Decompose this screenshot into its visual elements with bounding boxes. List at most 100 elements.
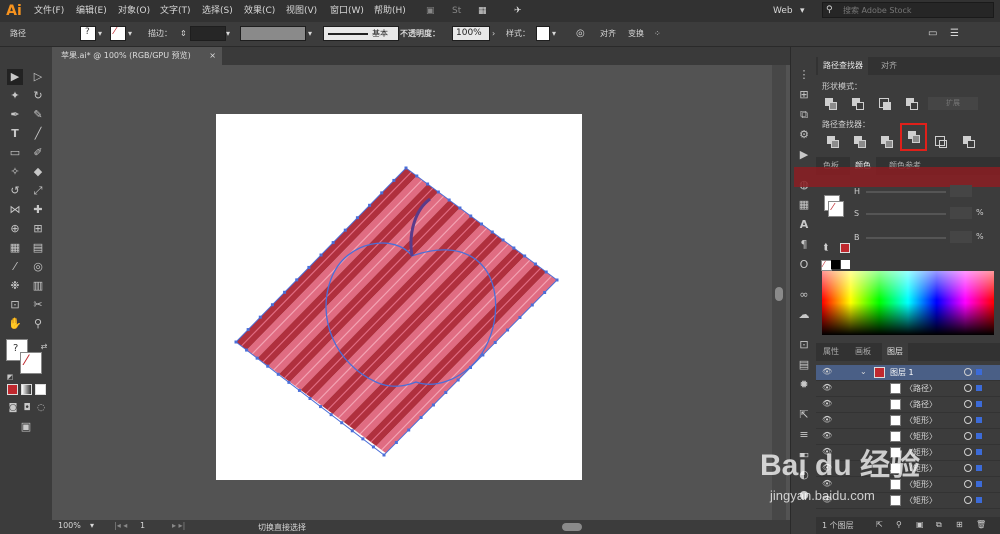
puppet-warp-tool-icon[interactable]: ✚: [30, 202, 46, 218]
anchor-point[interactable]: [481, 353, 485, 357]
object-name[interactable]: 〈路径〉: [905, 383, 937, 394]
menu-file[interactable]: 文件(F): [34, 0, 64, 22]
tab-pathfinder[interactable]: 路径查找器: [818, 57, 868, 75]
merge-button[interactable]: [880, 135, 894, 149]
variable-width-profile[interactable]: [240, 26, 306, 41]
paragraph-panel-icon[interactable]: ¶: [796, 237, 812, 253]
export-panel-icon[interactable]: ⇱: [796, 407, 812, 423]
layer-selection-indicator[interactable]: [976, 369, 982, 375]
document-tab[interactable]: 苹果.ai* @ 100% (RGB/GPU 预览) ×: [52, 47, 222, 65]
new-sublayer-icon[interactable]: ⧉: [936, 520, 942, 530]
scroll-thumb[interactable]: [775, 287, 783, 301]
out-of-gamut-icon[interactable]: ⮬: [824, 243, 829, 253]
rectangle-tool-icon[interactable]: ▭: [7, 145, 23, 161]
fill-swatch[interactable]: ?: [80, 26, 96, 41]
object-selection-indicator[interactable]: [976, 401, 982, 407]
object-target-icon[interactable]: [964, 480, 972, 488]
saturation-input[interactable]: [950, 207, 972, 219]
intersect-button[interactable]: [878, 97, 892, 111]
anchor-point[interactable]: [436, 190, 440, 194]
selection-tool-icon[interactable]: ▶: [7, 69, 23, 85]
horizontal-scroll-thumb[interactable]: [562, 523, 582, 531]
stroke-color-box[interactable]: ⁄: [20, 352, 42, 374]
mesh-tool-icon[interactable]: ▦: [7, 240, 23, 256]
anchor-point[interactable]: [431, 403, 435, 407]
chevron-down-icon[interactable]: ▾: [800, 0, 805, 22]
rotate-tool-icon[interactable]: ↺: [7, 183, 23, 199]
sublayer-row[interactable]: 👁 〈矩形〉: [816, 413, 1000, 429]
opacity-input[interactable]: 100%: [452, 26, 490, 41]
anchor-point[interactable]: [458, 206, 462, 210]
saturation-slider[interactable]: [866, 213, 946, 215]
locate-object-icon[interactable]: ⚲: [896, 520, 902, 529]
tab-layers[interactable]: 图层: [882, 343, 908, 361]
anchor-point[interactable]: [392, 178, 396, 182]
stock-icon[interactable]: St: [452, 0, 461, 22]
next-artboard-icon[interactable]: ▸ ▸|: [172, 521, 185, 530]
menu-effect[interactable]: 效果(C): [244, 0, 275, 22]
anchor-point[interactable]: [329, 413, 333, 417]
anchor-point[interactable]: [469, 214, 473, 218]
artboard-number[interactable]: 1: [140, 521, 145, 530]
visibility-eye-icon[interactable]: 👁: [822, 431, 832, 440]
align-link[interactable]: 对齐: [600, 27, 616, 41]
sublayer-row[interactable]: 👁 〈路径〉: [816, 397, 1000, 413]
type-tool-icon[interactable]: T: [7, 126, 23, 142]
pen-tool-icon[interactable]: ✒: [7, 107, 23, 123]
anchor-point[interactable]: [523, 254, 527, 258]
black-swatch[interactable]: [831, 260, 840, 269]
line-tool-icon[interactable]: ╱: [30, 126, 46, 142]
gradient-mode-icon[interactable]: [21, 384, 32, 395]
anchor-point[interactable]: [506, 328, 510, 332]
curvature-tool-icon[interactable]: ✎: [30, 107, 46, 123]
anchor-point[interactable]: [382, 453, 386, 457]
anchor-point[interactable]: [258, 315, 262, 319]
color-spectrum[interactable]: [822, 271, 994, 335]
object-target-icon[interactable]: [964, 448, 972, 456]
anchor-point[interactable]: [340, 421, 344, 425]
libraries-panel-icon[interactable]: ⊞: [796, 87, 812, 103]
tab-properties[interactable]: 属性: [818, 343, 844, 361]
hand-tool-icon[interactable]: ✋: [7, 316, 23, 332]
bridge-icon[interactable]: ▣: [426, 0, 435, 22]
perspective-grid-tool-icon[interactable]: ⊞: [30, 221, 46, 237]
none-mode-icon[interactable]: [35, 384, 46, 395]
isolate-icon[interactable]: ⁘: [654, 27, 661, 41]
swatches-icon[interactable]: ▦: [796, 197, 812, 213]
character-panel-icon[interactable]: A: [796, 217, 812, 233]
anchor-point[interactable]: [246, 328, 250, 332]
chevron-down-icon[interactable]: ▾: [90, 521, 94, 530]
menu-edit[interactable]: 编辑(E): [76, 0, 107, 22]
anchor-point[interactable]: [307, 265, 311, 269]
anchor-point[interactable]: [255, 356, 259, 360]
shaper-tool-icon[interactable]: ✧: [7, 164, 23, 180]
visibility-eye-icon[interactable]: 👁: [822, 367, 832, 376]
anchor-point[interactable]: [544, 270, 548, 274]
trash-icon[interactable]: 🗑: [976, 520, 986, 529]
stock-search-input[interactable]: 搜索 Adobe Stock: [822, 2, 994, 18]
visibility-eye-icon[interactable]: 👁: [822, 399, 832, 408]
new-layer-icon[interactable]: ⊞: [956, 520, 963, 529]
artboards-panel-icon[interactable]: ⧉: [796, 107, 812, 123]
anchor-point[interactable]: [319, 253, 323, 257]
anchor-point[interactable]: [490, 230, 494, 234]
anchor-point[interactable]: [295, 278, 299, 282]
zoom-level[interactable]: 100%: [58, 521, 81, 530]
draw-inside-icon[interactable]: ◌: [33, 400, 49, 416]
anchor-point[interactable]: [331, 241, 335, 245]
arrange-documents-icon[interactable]: ▦: [478, 0, 487, 22]
color-stroke-box[interactable]: ⁄: [828, 201, 844, 217]
artboard-tool-icon[interactable]: ⊡: [7, 297, 23, 313]
chevron-down-icon[interactable]: ▾: [308, 27, 312, 41]
artboard[interactable]: [216, 114, 582, 480]
stroke-weight-input[interactable]: [190, 26, 226, 41]
chevron-down-icon[interactable]: ▾: [98, 27, 102, 41]
exclude-button[interactable]: [905, 97, 919, 111]
crop-button-highlight[interactable]: [900, 123, 927, 151]
menu-view[interactable]: 视图(V): [286, 0, 317, 22]
hue-input[interactable]: [950, 185, 972, 197]
first-artboard-icon[interactable]: |◂ ◂: [114, 521, 127, 530]
chevron-down-icon[interactable]: ▾: [226, 27, 230, 41]
anchor-point[interactable]: [415, 174, 419, 178]
menu-select[interactable]: 选择(S): [202, 0, 233, 22]
